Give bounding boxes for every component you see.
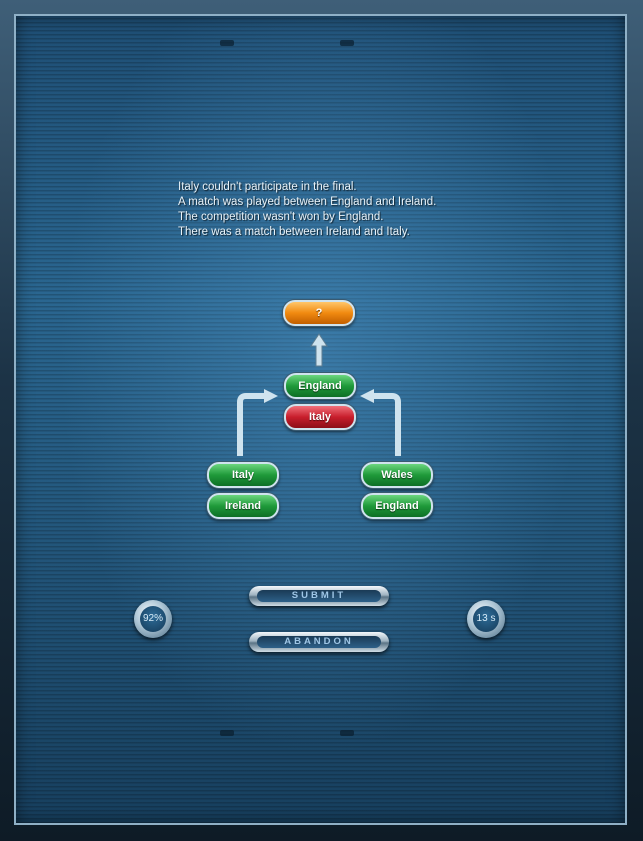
right-semi-team-england[interactable]: England [361,493,433,519]
clue-list: Italy couldn't participate in the final.… [178,180,436,240]
score-percent-gauge: 92% [134,600,172,638]
winner-slot[interactable]: ? [283,300,355,326]
clue-line: Italy couldn't participate in the final. [178,181,357,193]
arrow-bracket-right-icon [360,389,401,456]
clue-line: A match was played between England and I… [178,196,437,208]
decorative-rivet [340,40,354,46]
abandon-button[interactable]: ABANDON [249,632,389,652]
clue-line: The competition wasn't won by England. [178,211,384,223]
right-semi-team-wales[interactable]: Wales [361,462,433,488]
final-team-england[interactable]: England [284,373,356,399]
submit-button[interactable]: SUBMIT [249,586,389,606]
decorative-rivet [340,730,354,736]
timer-value: 13 s [473,606,499,632]
left-semi-team-ireland[interactable]: Ireland [207,493,279,519]
decorative-rivet [220,40,234,46]
clue-line: There was a match between Ireland and It… [178,226,410,238]
left-semi-team-italy[interactable]: Italy [207,462,279,488]
decorative-rivet [220,730,234,736]
abandon-button-label: ABANDON [257,636,381,648]
arrow-bracket-left-icon [237,389,278,456]
arrow-up-icon [310,333,328,367]
final-team-italy[interactable]: Italy [284,404,356,430]
timer-gauge: 13 s [467,600,505,638]
score-percent-value: 92% [140,606,166,632]
submit-button-label: SUBMIT [257,590,381,602]
